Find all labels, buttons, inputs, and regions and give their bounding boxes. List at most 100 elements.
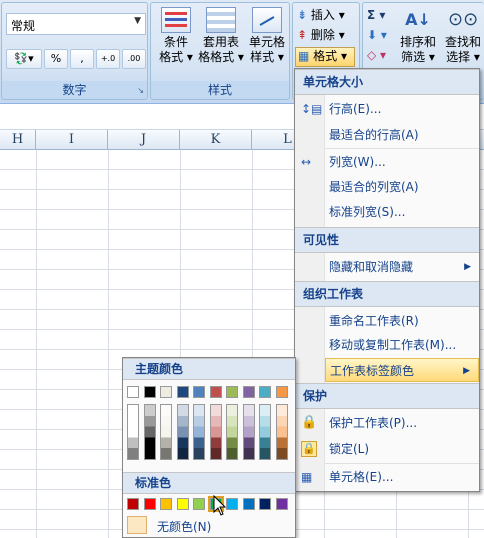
standard-color-swatch[interactable] xyxy=(275,498,288,510)
theme-color-swatch[interactable] xyxy=(193,386,205,398)
format-cells-item[interactable]: ▦ 单元格(E)... xyxy=(295,465,479,489)
tab-color-label: 工作表标签颜色 xyxy=(330,364,415,378)
row-height-label: 行高(E)... xyxy=(329,102,382,116)
theme-color-swatch[interactable] xyxy=(275,386,288,398)
standard-color-swatch[interactable] xyxy=(143,498,156,510)
percent-button[interactable]: % xyxy=(44,49,68,69)
tab-color-item[interactable]: 工作表标签颜色 ▶ xyxy=(325,358,479,382)
number-format-combo[interactable]: 常规 ▼ xyxy=(6,13,146,35)
protect-sheet-label: 保护工作表(P)... xyxy=(329,416,418,430)
accounting-format-button[interactable]: 💱▾ xyxy=(6,49,42,69)
insert-button[interactable]: ⇟ 插入 ▾ xyxy=(297,7,345,24)
theme-shade-column[interactable] xyxy=(176,404,189,460)
theme-color-swatch[interactable] xyxy=(226,386,238,398)
conditional-format-label-2: 格式 ▾ xyxy=(159,50,193,64)
format-button[interactable]: ▦ 格式 ▾ xyxy=(295,47,355,67)
autofit-column-width-item[interactable]: 最适合的列宽(A) xyxy=(295,175,479,199)
theme-shade-column[interactable] xyxy=(242,404,255,460)
format-cells-label: 单元格(E)... xyxy=(329,470,394,484)
standard-color-swatch[interactable] xyxy=(193,498,205,510)
theme-color-swatch[interactable] xyxy=(143,386,156,398)
standard-color-swatch[interactable] xyxy=(242,498,255,510)
theme-shade-column[interactable] xyxy=(160,404,172,460)
conditional-format-icon xyxy=(161,7,191,33)
number-group-label: 数字 xyxy=(2,81,147,97)
number-format-value: 常规 xyxy=(11,19,36,33)
delete-icon: ⇞ xyxy=(297,28,308,42)
rename-sheet-item[interactable]: 重命名工作表(R) xyxy=(295,309,479,333)
theme-color-swatch[interactable] xyxy=(242,386,255,398)
autofit-row-height-item[interactable]: 最适合的行高(A) xyxy=(295,123,479,147)
hide-unhide-item[interactable]: 隐藏和取消隐藏 ▶ xyxy=(295,255,479,279)
organize-sheets-header: 组织工作表 xyxy=(295,281,479,307)
cell-size-header: 单元格大小 xyxy=(295,69,479,95)
increase-decimal-button[interactable]: +.0 xyxy=(96,49,120,69)
theme-shade-column[interactable] xyxy=(275,404,288,460)
number-group: 常规 ▼ 💱▾ % , +.0 .00 数字 ↘ xyxy=(1,2,148,100)
decrease-decimal-button[interactable]: .00 xyxy=(122,49,146,69)
move-copy-sheet-item[interactable]: 移动或复制工作表(M)... xyxy=(295,333,479,357)
clear-button[interactable]: ◇ ▾ xyxy=(367,47,386,64)
find-select-label-1: 查找和 xyxy=(444,35,481,49)
autosum-button[interactable]: Σ ▾ xyxy=(367,7,385,24)
styles-group: 条件 格式 ▾ 套用表 格格式 ▾ 单元格 样式 ▾ 样式 xyxy=(150,2,290,100)
autofit-column-width-label: 最适合的列宽(A) xyxy=(329,180,419,194)
theme-shade-column[interactable] xyxy=(259,404,271,460)
protection-header: 保护 xyxy=(295,383,479,409)
sort-filter-button[interactable]: A↓ 排序和 筛选 ▾ xyxy=(397,3,439,65)
chevron-down-icon: ▼ xyxy=(134,16,141,26)
column-header[interactable]: I xyxy=(36,130,108,150)
cell-styles-button[interactable]: 单元格 样式 ▾ xyxy=(245,3,289,65)
theme-color-swatch[interactable] xyxy=(176,386,189,398)
dialog-launcher-icon[interactable]: ↘ xyxy=(137,86,144,95)
theme-shade-column[interactable] xyxy=(193,404,205,460)
default-width-item[interactable]: 标准列宽(S)... xyxy=(295,200,479,224)
column-header[interactable]: H xyxy=(0,130,36,150)
column-header[interactable]: K xyxy=(180,130,252,150)
conditional-format-label-1: 条件 xyxy=(163,35,188,49)
column-header[interactable]: J xyxy=(108,130,180,150)
cell-styles-icon xyxy=(252,7,282,33)
theme-color-swatch[interactable] xyxy=(259,386,271,398)
no-color-item[interactable]: 无颜色(N) xyxy=(123,514,295,538)
comma-button[interactable]: , xyxy=(70,49,94,69)
insert-icon: ⇟ xyxy=(297,8,308,22)
theme-shade-column[interactable] xyxy=(127,404,139,460)
theme-shade-column[interactable] xyxy=(226,404,238,460)
table-format-label-1: 套用表 xyxy=(202,35,239,49)
theme-shade-column[interactable] xyxy=(209,404,222,460)
column-width-item[interactable]: ↔ 列宽(W)... xyxy=(295,150,479,174)
standard-color-swatch[interactable] xyxy=(226,498,238,510)
no-color-label: 无颜色(N) xyxy=(157,520,212,534)
theme-color-swatch[interactable] xyxy=(160,386,172,398)
lock-icon: 🔒 xyxy=(301,441,317,457)
lock-cell-item[interactable]: 🔒 锁定(L) xyxy=(295,437,479,461)
rename-sheet-label: 重命名工作表(R) xyxy=(329,314,419,328)
tab-color-palette: 主题颜色 标准色 无颜色(N) xyxy=(122,357,296,538)
theme-color-swatch[interactable] xyxy=(127,386,139,398)
theme-shade-column[interactable] xyxy=(143,404,156,460)
format-as-table-button[interactable]: 套用表 格格式 ▾ xyxy=(197,3,245,65)
increase-decimal-icon: +.0 xyxy=(100,54,116,63)
find-select-button[interactable]: ⊙⊙ 查找和 选择 ▾ xyxy=(441,3,484,65)
hide-unhide-label: 隐藏和取消隐藏 xyxy=(329,260,414,274)
standard-color-swatch[interactable] xyxy=(176,498,189,510)
menu-separator xyxy=(325,463,479,464)
default-width-label: 标准列宽(S)... xyxy=(329,205,406,219)
standard-color-swatch[interactable] xyxy=(160,498,172,510)
theme-color-swatch[interactable] xyxy=(209,386,222,398)
delete-button[interactable]: ⇞ 删除 ▾ xyxy=(297,27,345,44)
standard-color-swatch[interactable] xyxy=(259,498,271,510)
conditional-format-button[interactable]: 条件 格式 ▾ xyxy=(155,3,197,65)
table-format-label-2: 格格式 ▾ xyxy=(198,50,244,64)
insert-label: 插入 xyxy=(310,8,335,22)
cell-styles-label-2: 样式 ▾ xyxy=(250,50,284,64)
standard-colors-header: 标准色 xyxy=(123,472,295,494)
row-height-item[interactable]: ↕▤ 行高(E)... xyxy=(295,97,479,121)
fill-button[interactable]: ⬇ ▾ xyxy=(367,27,387,44)
format-dropdown-menu: 单元格大小 ↕▤ 行高(E)... 最适合的行高(A) ↔ 列宽(W)... 最… xyxy=(294,68,480,492)
binoculars-icon: ⊙⊙ xyxy=(448,9,479,30)
standard-color-swatch[interactable] xyxy=(127,498,139,510)
delete-label: 删除 xyxy=(310,28,335,42)
protect-sheet-item[interactable]: 🔒 保护工作表(P)... xyxy=(295,411,479,435)
